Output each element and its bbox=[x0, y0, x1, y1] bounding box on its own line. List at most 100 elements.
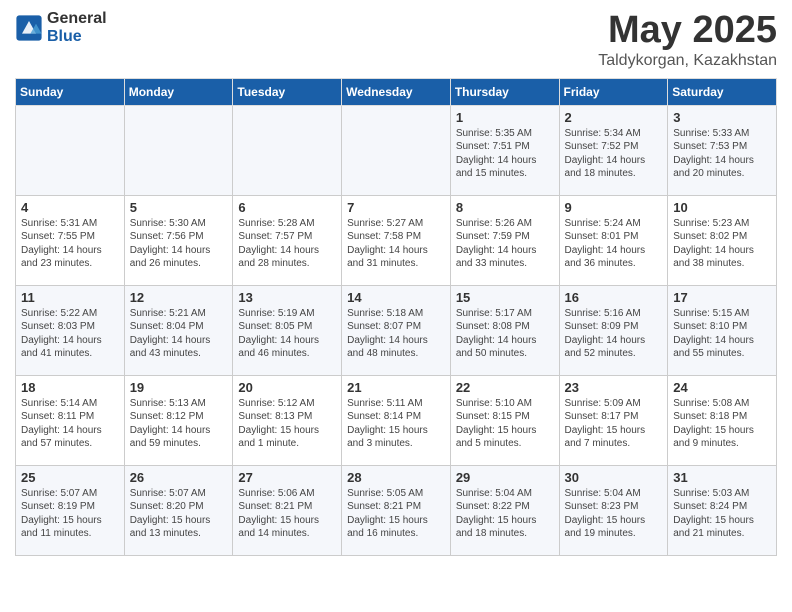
day-number: 2 bbox=[565, 110, 663, 125]
day-number: 20 bbox=[238, 380, 336, 395]
day-cell: 27 Sunrise: 5:06 AM Sunset: 8:21 PM Dayli… bbox=[233, 465, 342, 555]
day-detail: Sunrise: 5:33 AM Sunset: 7:53 PM Dayligh… bbox=[673, 127, 771, 181]
day-detail: Sunrise: 5:26 AM Sunset: 7:59 PM Dayligh… bbox=[456, 217, 554, 271]
day-number: 11 bbox=[21, 290, 119, 305]
day-detail: Sunrise: 5:18 AM Sunset: 8:07 PM Dayligh… bbox=[347, 307, 445, 361]
day-number: 9 bbox=[565, 200, 663, 215]
header-cell-sunday: Sunday bbox=[16, 78, 125, 105]
day-detail: Sunrise: 5:09 AM Sunset: 8:17 PM Dayligh… bbox=[565, 397, 663, 451]
day-detail: Sunrise: 5:31 AM Sunset: 7:55 PM Dayligh… bbox=[21, 217, 119, 271]
day-number: 12 bbox=[130, 290, 228, 305]
day-cell: 25 Sunrise: 5:07 AM Sunset: 8:19 PM Dayli… bbox=[16, 465, 125, 555]
day-number: 5 bbox=[130, 200, 228, 215]
day-detail: Sunrise: 5:08 AM Sunset: 8:18 PM Dayligh… bbox=[673, 397, 771, 451]
header-cell-wednesday: Wednesday bbox=[342, 78, 451, 105]
day-detail: Sunrise: 5:19 AM Sunset: 8:05 PM Dayligh… bbox=[238, 307, 336, 361]
day-number: 27 bbox=[238, 470, 336, 485]
day-cell: 26 Sunrise: 5:07 AM Sunset: 8:20 PM Dayli… bbox=[124, 465, 233, 555]
day-detail: Sunrise: 5:16 AM Sunset: 8:09 PM Dayligh… bbox=[565, 307, 663, 361]
day-number: 16 bbox=[565, 290, 663, 305]
week-row-5: 25 Sunrise: 5:07 AM Sunset: 8:19 PM Dayli… bbox=[16, 465, 777, 555]
header-cell-tuesday: Tuesday bbox=[233, 78, 342, 105]
day-cell bbox=[233, 105, 342, 195]
title-block: May 2025 Taldykorgan, Kazakhstan bbox=[598, 10, 777, 70]
day-cell: 16 Sunrise: 5:16 AM Sunset: 8:09 PM Dayli… bbox=[559, 285, 668, 375]
week-row-4: 18 Sunrise: 5:14 AM Sunset: 8:11 PM Dayli… bbox=[16, 375, 777, 465]
day-detail: Sunrise: 5:11 AM Sunset: 8:14 PM Dayligh… bbox=[347, 397, 445, 451]
day-detail: Sunrise: 5:17 AM Sunset: 8:08 PM Dayligh… bbox=[456, 307, 554, 361]
day-cell bbox=[342, 105, 451, 195]
day-detail: Sunrise: 5:13 AM Sunset: 8:12 PM Dayligh… bbox=[130, 397, 228, 451]
day-cell: 9Sunrise: 5:24 AM Sunset: 8:01 PM Daylig… bbox=[559, 195, 668, 285]
day-number: 26 bbox=[130, 470, 228, 485]
header-cell-saturday: Saturday bbox=[668, 78, 777, 105]
logo-text: General Blue bbox=[47, 10, 107, 45]
day-cell: 15 Sunrise: 5:17 AM Sunset: 8:08 PM Dayli… bbox=[450, 285, 559, 375]
day-cell: 2 Sunrise: 5:34 AM Sunset: 7:52 PM Daylig… bbox=[559, 105, 668, 195]
day-detail: Sunrise: 5:07 AM Sunset: 8:19 PM Dayligh… bbox=[21, 487, 119, 541]
day-detail: Sunrise: 5:35 AM Sunset: 7:51 PM Dayligh… bbox=[456, 127, 554, 181]
week-row-1: 1 Sunrise: 5:35 AM Sunset: 7:51 PM Daylig… bbox=[16, 105, 777, 195]
day-cell: 1 Sunrise: 5:35 AM Sunset: 7:51 PM Daylig… bbox=[450, 105, 559, 195]
day-cell: 12 Sunrise: 5:21 AM Sunset: 8:04 PM Dayli… bbox=[124, 285, 233, 375]
day-detail: Sunrise: 5:30 AM Sunset: 7:56 PM Dayligh… bbox=[130, 217, 228, 271]
day-detail: Sunrise: 5:12 AM Sunset: 8:13 PM Dayligh… bbox=[238, 397, 336, 451]
day-number: 28 bbox=[347, 470, 445, 485]
day-detail: Sunrise: 5:15 AM Sunset: 8:10 PM Dayligh… bbox=[673, 307, 771, 361]
day-cell: 29Sunrise: 5:04 AM Sunset: 8:22 PM Dayli… bbox=[450, 465, 559, 555]
day-detail: Sunrise: 5:27 AM Sunset: 7:58 PM Dayligh… bbox=[347, 217, 445, 271]
day-cell: 31Sunrise: 5:03 AM Sunset: 8:24 PM Dayli… bbox=[668, 465, 777, 555]
day-detail: Sunrise: 5:21 AM Sunset: 8:04 PM Dayligh… bbox=[130, 307, 228, 361]
day-cell: 18 Sunrise: 5:14 AM Sunset: 8:11 PM Dayli… bbox=[16, 375, 125, 465]
day-cell bbox=[124, 105, 233, 195]
day-number: 21 bbox=[347, 380, 445, 395]
day-cell: 23Sunrise: 5:09 AM Sunset: 8:17 PM Dayli… bbox=[559, 375, 668, 465]
day-detail: Sunrise: 5:28 AM Sunset: 7:57 PM Dayligh… bbox=[238, 217, 336, 271]
day-cell: 24 Sunrise: 5:08 AM Sunset: 8:18 PM Dayli… bbox=[668, 375, 777, 465]
day-cell: 7 Sunrise: 5:27 AM Sunset: 7:58 PM Daylig… bbox=[342, 195, 451, 285]
day-cell: 10 Sunrise: 5:23 AM Sunset: 8:02 PM Dayli… bbox=[668, 195, 777, 285]
day-number: 8 bbox=[456, 200, 554, 215]
day-number: 4 bbox=[21, 200, 119, 215]
day-number: 1 bbox=[456, 110, 554, 125]
day-cell: 30Sunrise: 5:04 AM Sunset: 8:23 PM Dayli… bbox=[559, 465, 668, 555]
day-number: 29 bbox=[456, 470, 554, 485]
day-number: 31 bbox=[673, 470, 771, 485]
logo-general: General bbox=[47, 10, 107, 28]
page-header: General Blue May 2025 Taldykorgan, Kazak… bbox=[15, 10, 777, 70]
calendar-table: SundayMondayTuesdayWednesdayThursdayFrid… bbox=[15, 78, 777, 556]
day-number: 30 bbox=[565, 470, 663, 485]
day-detail: Sunrise: 5:23 AM Sunset: 8:02 PM Dayligh… bbox=[673, 217, 771, 271]
day-number: 3 bbox=[673, 110, 771, 125]
day-cell: 20 Sunrise: 5:12 AM Sunset: 8:13 PM Dayli… bbox=[233, 375, 342, 465]
day-cell: 19Sunrise: 5:13 AM Sunset: 8:12 PM Dayli… bbox=[124, 375, 233, 465]
main-title: May 2025 bbox=[598, 10, 777, 52]
day-detail: Sunrise: 5:14 AM Sunset: 8:11 PM Dayligh… bbox=[21, 397, 119, 451]
day-number: 6 bbox=[238, 200, 336, 215]
day-cell: 3 Sunrise: 5:33 AM Sunset: 7:53 PM Daylig… bbox=[668, 105, 777, 195]
week-row-3: 11 Sunrise: 5:22 AM Sunset: 8:03 PM Dayli… bbox=[16, 285, 777, 375]
day-number: 18 bbox=[21, 380, 119, 395]
header-cell-monday: Monday bbox=[124, 78, 233, 105]
day-detail: Sunrise: 5:10 AM Sunset: 8:15 PM Dayligh… bbox=[456, 397, 554, 451]
day-number: 24 bbox=[673, 380, 771, 395]
day-number: 25 bbox=[21, 470, 119, 485]
day-number: 10 bbox=[673, 200, 771, 215]
header-cell-thursday: Thursday bbox=[450, 78, 559, 105]
day-detail: Sunrise: 5:34 AM Sunset: 7:52 PM Dayligh… bbox=[565, 127, 663, 181]
day-cell: 6 Sunrise: 5:28 AM Sunset: 7:57 PM Daylig… bbox=[233, 195, 342, 285]
day-cell: 28Sunrise: 5:05 AM Sunset: 8:21 PM Dayli… bbox=[342, 465, 451, 555]
day-number: 15 bbox=[456, 290, 554, 305]
header-row: SundayMondayTuesdayWednesdayThursdayFrid… bbox=[16, 78, 777, 105]
header-cell-friday: Friday bbox=[559, 78, 668, 105]
day-cell: 17 Sunrise: 5:15 AM Sunset: 8:10 PM Dayli… bbox=[668, 285, 777, 375]
day-number: 7 bbox=[347, 200, 445, 215]
day-detail: Sunrise: 5:07 AM Sunset: 8:20 PM Dayligh… bbox=[130, 487, 228, 541]
day-number: 17 bbox=[673, 290, 771, 305]
logo: General Blue bbox=[15, 10, 107, 45]
day-detail: Sunrise: 5:22 AM Sunset: 8:03 PM Dayligh… bbox=[21, 307, 119, 361]
logo-blue: Blue bbox=[47, 28, 107, 46]
day-cell: 14Sunrise: 5:18 AM Sunset: 8:07 PM Dayli… bbox=[342, 285, 451, 375]
day-number: 13 bbox=[238, 290, 336, 305]
day-detail: Sunrise: 5:06 AM Sunset: 8:21 PM Dayligh… bbox=[238, 487, 336, 541]
